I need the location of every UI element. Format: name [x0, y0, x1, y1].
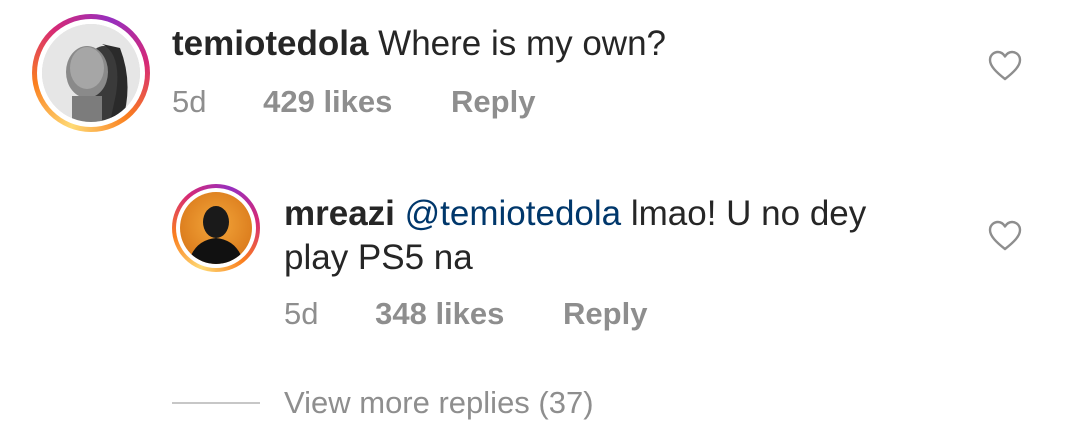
comment-likes[interactable]: 429 likes — [263, 84, 392, 119]
reply-age: 5d — [284, 296, 319, 331]
reply-text-line-2: play PS5 na — [284, 236, 473, 280]
avatar-photo — [180, 192, 252, 264]
comment-age: 5d — [172, 84, 207, 119]
comment-text: Where is my own? — [378, 24, 667, 63]
heart-icon[interactable] — [988, 50, 1022, 82]
reply-text-line-1: mreazi @temiotedola lmao! U no dey — [284, 192, 866, 236]
view-more-replies-button[interactable]: View more replies (37) — [284, 384, 594, 422]
reply-text-part-1: lmao! U no dey — [630, 194, 867, 233]
avatar-photo — [42, 24, 140, 122]
comment-temiotedola: temiotedola Where is my own? 5d 429 like… — [0, 0, 1080, 150]
comment-text-line: temiotedola Where is my own? — [172, 22, 666, 66]
heart-icon[interactable] — [988, 220, 1022, 252]
comment-meta: 5d 429 likes Reply — [172, 84, 535, 120]
reply-meta: 5d 348 likes Reply — [284, 296, 647, 332]
comment-reply-button[interactable]: Reply — [451, 84, 535, 119]
reply-mention[interactable]: @temiotedola — [405, 194, 621, 233]
reply-text-part-2: play PS5 na — [284, 238, 473, 277]
avatar-mreazi[interactable] — [172, 184, 260, 272]
avatar-temiotedola[interactable] — [32, 14, 150, 132]
reply-reply-button[interactable]: Reply — [563, 296, 647, 331]
reply-username[interactable]: mreazi — [284, 194, 395, 233]
reply-likes[interactable]: 348 likes — [375, 296, 504, 331]
comment-username[interactable]: temiotedola — [172, 24, 368, 63]
reply-mreazi: mreazi @temiotedola lmao! U no dey play … — [0, 170, 1080, 350]
view-more-divider — [172, 402, 260, 404]
